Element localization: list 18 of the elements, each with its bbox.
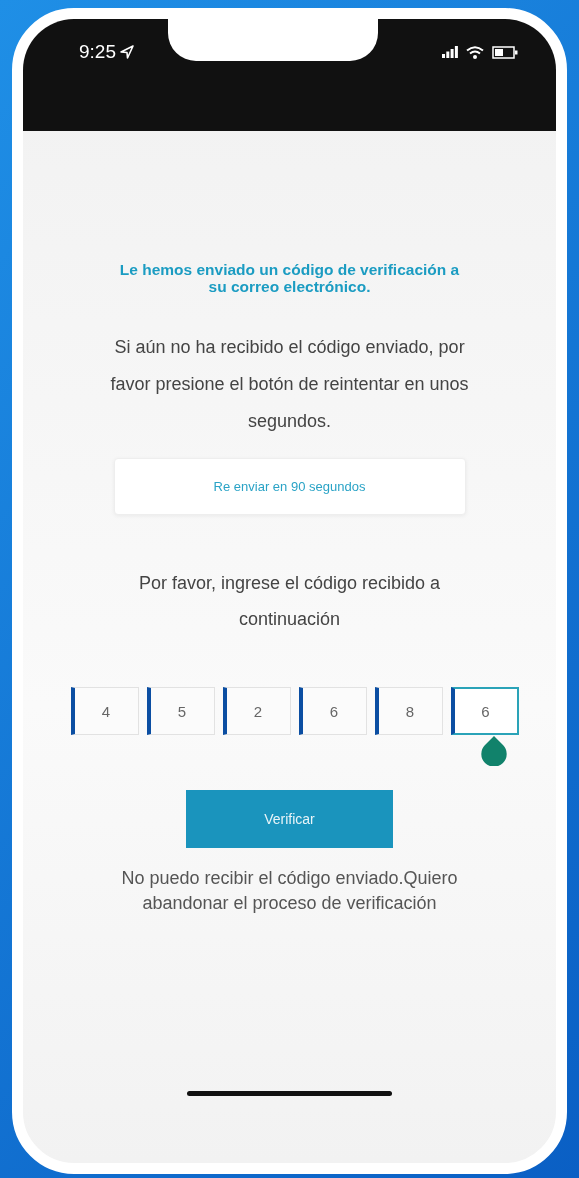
status-time: 9:25 bbox=[79, 41, 116, 63]
resend-button[interactable]: Re enviar en 90 segundos bbox=[113, 458, 466, 515]
code-digit-field[interactable]: 2 bbox=[222, 687, 291, 735]
signal-icon bbox=[442, 46, 458, 58]
code-digit-field[interactable]: 6 bbox=[298, 687, 367, 735]
code-digit-field[interactable]: 8 bbox=[374, 687, 443, 735]
abandon-verification-link[interactable]: No puedo recibir el código enviado.Quiero abandonar el proceso de verificación bbox=[117, 866, 462, 916]
resend-message: Si aún no ha recibido el código enviado, por favor presione el botón de reintentar en unos segundos. bbox=[109, 336, 470, 433]
code-digit-field[interactable]: 5 bbox=[146, 687, 215, 735]
wifi-icon bbox=[466, 45, 484, 59]
cursor-handle-icon[interactable] bbox=[480, 736, 507, 766]
verification-heading: Le hemos enviado un código de verificación a su correo electrónico. bbox=[118, 261, 461, 295]
code-digit-field[interactable]: 6 bbox=[450, 687, 519, 735]
verify-button[interactable]: Verificar bbox=[186, 790, 393, 848]
code-instruction: Por favor, ingrese el código recibido a continuación bbox=[137, 572, 442, 631]
location-arrow-icon bbox=[119, 44, 135, 60]
battery-icon bbox=[492, 45, 518, 59]
code-digit-field[interactable]: 4 bbox=[70, 687, 139, 735]
